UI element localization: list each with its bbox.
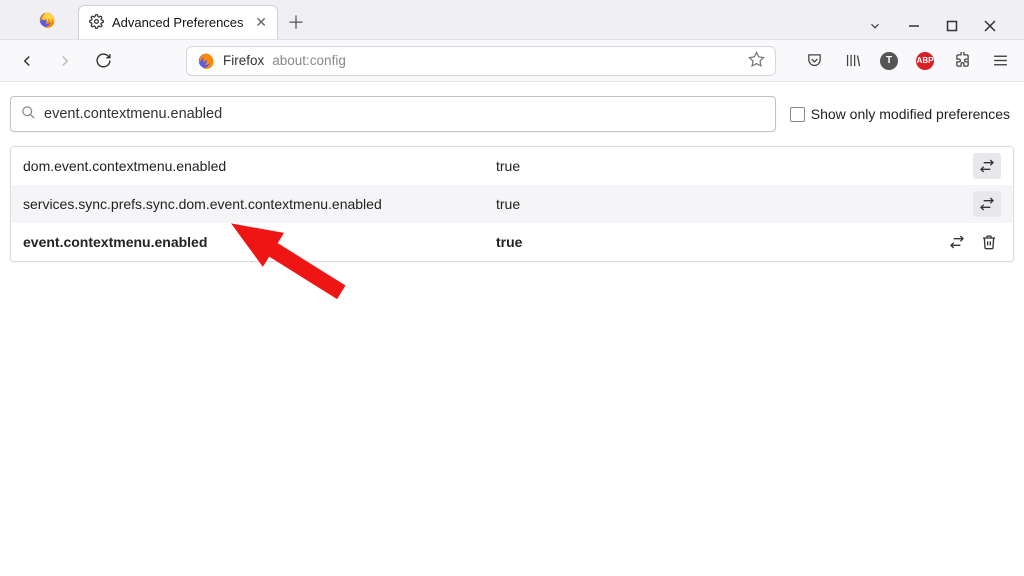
pref-name: dom.event.contextmenu.enabled: [23, 158, 488, 174]
hamburger-menu-icon[interactable]: [990, 51, 1010, 71]
library-icon[interactable]: [842, 51, 862, 71]
gear-icon: [89, 14, 104, 32]
toolbar-icons: T ABP: [804, 51, 1010, 71]
swap-icon: [979, 196, 995, 212]
config-search-input[interactable]: [44, 106, 765, 122]
window-maximize-button[interactable]: [946, 20, 958, 32]
bookmark-star-icon[interactable]: [748, 51, 765, 71]
toggle-button[interactable]: [973, 153, 1001, 179]
url-bar[interactable]: Firefox about:config: [186, 46, 776, 76]
tab-title: Advanced Preferences: [112, 15, 244, 30]
extensions-icon[interactable]: [952, 51, 972, 71]
toggle-button[interactable]: [973, 191, 1001, 217]
pref-row[interactable]: dom.event.contextmenu.enabled true: [11, 147, 1013, 185]
nav-forward-button[interactable]: [52, 48, 78, 74]
swap-icon: [979, 158, 995, 174]
pref-row[interactable]: services.sync.prefs.sync.dom.event.conte…: [11, 185, 1013, 223]
toolbar: Firefox about:config T ABP: [0, 40, 1024, 82]
firefox-identity-icon: [197, 52, 215, 70]
pref-row[interactable]: event.contextmenu.enabled true: [11, 223, 1013, 261]
pref-actions: [945, 229, 1001, 255]
nav-back-button[interactable]: [14, 48, 40, 74]
modified-only-label: Show only modified preferences: [811, 106, 1010, 122]
pref-actions: [973, 191, 1001, 217]
config-search-box[interactable]: [10, 96, 776, 132]
url-text: about:config: [272, 53, 346, 68]
pocket-icon[interactable]: [804, 51, 824, 71]
config-content: Show only modified preferences dom.event…: [0, 82, 1024, 276]
pref-name: event.contextmenu.enabled: [23, 234, 488, 250]
pref-name: services.sync.prefs.sync.dom.event.conte…: [23, 196, 488, 212]
pref-actions: [973, 153, 1001, 179]
new-tab-button[interactable]: ＋: [282, 8, 310, 36]
identity-label: Firefox: [223, 53, 264, 68]
chevron-down-icon[interactable]: [868, 19, 882, 33]
trash-icon: [981, 234, 997, 250]
pref-value: true: [496, 158, 965, 174]
checkbox-box-icon: [790, 107, 805, 122]
window-minimize-button[interactable]: [908, 20, 920, 32]
modified-only-checkbox[interactable]: Show only modified preferences: [790, 106, 1014, 122]
pref-value: true: [496, 234, 937, 250]
nav-reload-button[interactable]: [90, 48, 116, 74]
config-search-row: Show only modified preferences: [10, 96, 1014, 132]
search-icon: [21, 105, 36, 124]
window-controls: [868, 19, 1016, 33]
plus-icon: ＋: [287, 9, 305, 35]
pref-table: dom.event.contextmenu.enabled true service…: [10, 146, 1014, 262]
abp-icon[interactable]: ABP: [916, 52, 934, 70]
tab-active[interactable]: Advanced Preferences ✕: [78, 5, 278, 39]
swap-icon: [949, 234, 965, 250]
firefox-logo-icon: [36, 9, 58, 31]
pref-value: true: [496, 196, 965, 212]
tab-strip: Advanced Preferences ✕ ＋: [0, 0, 1024, 40]
tab-close-icon[interactable]: ✕: [255, 14, 267, 31]
account-icon[interactable]: T: [880, 52, 898, 70]
toggle-button[interactable]: [945, 229, 969, 255]
delete-button[interactable]: [977, 229, 1001, 255]
window-close-button[interactable]: [984, 20, 996, 32]
